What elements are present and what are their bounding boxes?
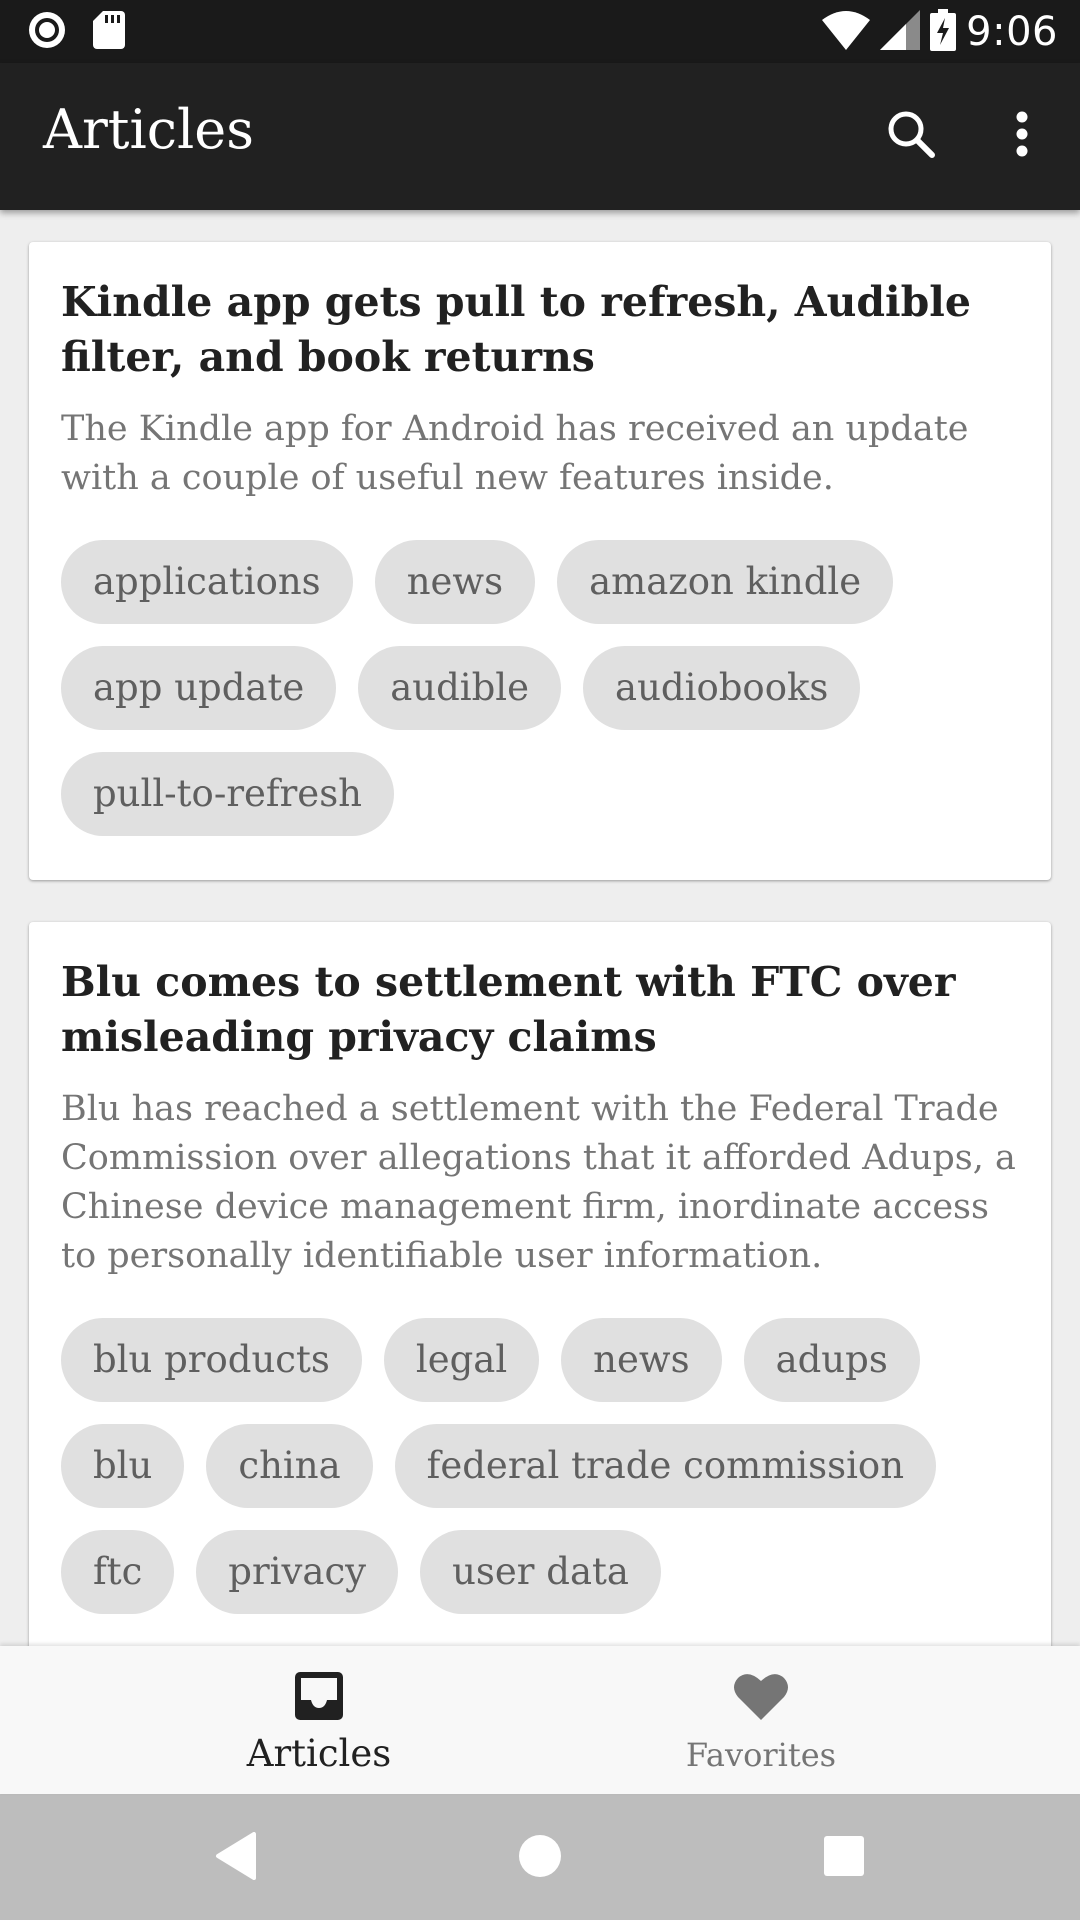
tag-chip[interactable]: app update (61, 646, 337, 730)
tag-chip[interactable]: amazon kindle (557, 540, 894, 624)
record-icon (27, 10, 67, 54)
article-card[interactable]: Blu comes to settlement with FTC over mi… (29, 922, 1051, 1646)
back-icon (214, 1832, 258, 1884)
tag-chip[interactable]: applications (61, 540, 353, 624)
wifi-icon (822, 10, 871, 54)
cell-signal-icon (880, 10, 921, 54)
more-vert-icon (1015, 111, 1029, 161)
tag-chip[interactable]: legal (383, 1318, 540, 1402)
recents-button[interactable] (804, 1818, 884, 1898)
home-icon (518, 1834, 562, 1882)
search-button[interactable] (875, 100, 947, 172)
more-options-button[interactable] (986, 100, 1058, 172)
article-summary: The Kindle app for Android has received … (61, 409, 969, 498)
tag-chip[interactable]: audiobooks (583, 646, 861, 730)
recents-icon (824, 1836, 864, 1880)
back-button[interactable] (196, 1818, 276, 1898)
status-time: 9:06 (966, 9, 1058, 55)
tag-chip[interactable]: adups (743, 1318, 920, 1402)
status-right-icons: 9:06 (822, 8, 1058, 56)
tag-list: blu products legal news adups blu china … (61, 1318, 1019, 1614)
tag-list: applications news amazon kindle app upda… (61, 540, 1019, 836)
search-icon (886, 109, 936, 163)
page-title: Articles (43, 98, 254, 161)
nav-tab-favorites[interactable]: Favorites (491, 1646, 1031, 1794)
article-list[interactable]: Kindle app gets pull to refresh, Audible… (0, 210, 1080, 1646)
tag-chip[interactable]: blu products (61, 1318, 362, 1402)
tag-chip[interactable]: federal trade commission (394, 1424, 937, 1508)
tag-chip[interactable]: privacy (196, 1530, 399, 1614)
inbox-icon (295, 1670, 343, 1722)
tag-chip[interactable]: pull-to-refresh (61, 752, 395, 836)
article-summary: Blu has reached a settlement with the Fe… (61, 1089, 1016, 1276)
nav-label: Articles (246, 1732, 392, 1775)
app-bar: Articles (0, 63, 1080, 210)
status-left-icons (27, 10, 125, 54)
tag-chip[interactable]: china (206, 1424, 373, 1508)
article-card[interactable]: Kindle app gets pull to refresh, Audible… (29, 242, 1051, 880)
home-button[interactable] (500, 1818, 580, 1898)
heart-icon (734, 1670, 788, 1722)
nav-label: Favorites (685, 1736, 837, 1774)
battery-charging-icon (930, 9, 957, 55)
system-navigation-bar (0, 1794, 1080, 1920)
bottom-navigation: Articles Favorites (0, 1646, 1080, 1794)
tag-chip[interactable]: user data (420, 1530, 661, 1614)
article-title: Blu comes to settlement with FTC over mi… (61, 958, 956, 1061)
tag-chip[interactable]: blu (61, 1424, 185, 1508)
article-title: Kindle app gets pull to refresh, Audible… (61, 278, 971, 381)
sd-card-icon (93, 11, 125, 53)
tag-chip[interactable]: news (374, 540, 536, 624)
tag-chip[interactable]: news (561, 1318, 722, 1402)
tag-chip[interactable]: audible (358, 646, 562, 730)
tag-chip[interactable]: ftc (61, 1530, 175, 1614)
status-bar: 9:06 (0, 0, 1080, 63)
